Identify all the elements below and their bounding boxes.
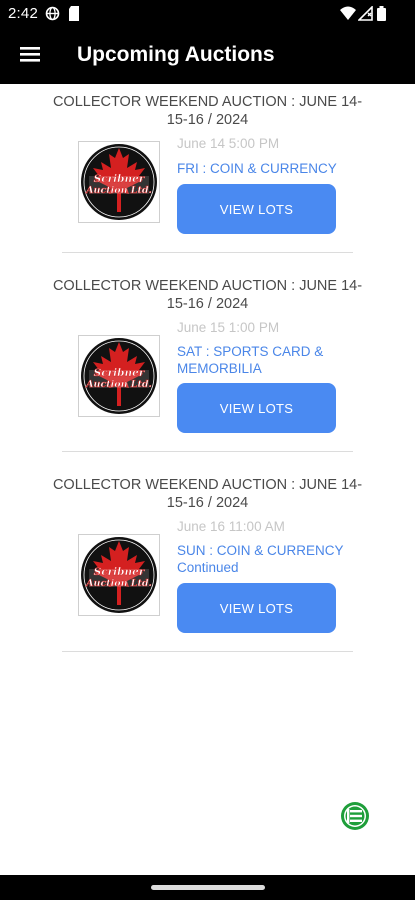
auction-description[interactable]: SAT : SPORTS CARD & MEMORBILIA <box>177 344 347 377</box>
home-gesture-handle[interactable] <box>151 885 265 890</box>
battery-icon <box>377 6 386 26</box>
view-lots-button[interactable]: VIEW LOTS <box>177 583 336 633</box>
auction-logo: Scribner Auction Ltd. <box>78 534 160 616</box>
auction-date: June 15 1:00 PM <box>177 320 280 335</box>
auction-date: June 16 11:00 AM <box>177 519 285 534</box>
auction-card: COLLECTOR WEEKEND AUCTION : JUNE 14-15-1… <box>53 452 362 652</box>
status-time: 2:42 <box>8 5 38 22</box>
sim-card-icon <box>68 6 80 26</box>
auction-title: COLLECTOR WEEKEND AUCTION : JUNE 14-15-1… <box>52 94 363 128</box>
system-navigation-bar <box>0 875 415 900</box>
auction-description[interactable]: SUN : COIN & CURRENCY Continued <box>177 543 347 576</box>
view-lots-button[interactable]: VIEW LOTS <box>177 383 336 433</box>
wifi-icon <box>340 6 356 26</box>
logo-text-line2: Auction Ltd. <box>85 185 152 196</box>
signal-icon <box>357 5 373 26</box>
vpn-globe-icon <box>45 6 60 26</box>
auction-card: COLLECTOR WEEKEND AUCTION : JUNE 14-15-1… <box>53 253 362 452</box>
status-bar: 2:42 <box>0 0 415 28</box>
auction-title: COLLECTOR WEEKEND AUCTION : JUNE 14-15-1… <box>52 278 363 312</box>
auction-logo: Scribner Auction Ltd. <box>78 335 160 417</box>
auction-card: COLLECTOR WEEKEND AUCTION : JUNE 14-15-1… <box>53 84 362 253</box>
page-title: Upcoming Auctions <box>77 43 275 66</box>
logo-text-line1: Scribner <box>94 367 146 379</box>
auction-title: COLLECTOR WEEKEND AUCTION : JUNE 14-15-1… <box>52 477 363 511</box>
auction-date: June 14 5:00 PM <box>177 136 280 151</box>
view-lots-button[interactable]: VIEW LOTS <box>177 184 336 234</box>
logo-text-line2: Auction Ltd. <box>85 379 152 390</box>
logo-text-line2: Auction Ltd. <box>85 578 152 589</box>
logo-text-line1: Scribner <box>94 173 146 185</box>
auction-description[interactable]: FRI : COIN & CURRENCY <box>177 161 347 178</box>
logo-text-line1: Scribner <box>94 566 146 578</box>
menu-button[interactable] <box>11 37 49 75</box>
floating-action-button[interactable] <box>340 801 370 831</box>
screen: 2:42 Upcoming Auctions COLLECTOR WEEKEND… <box>0 0 415 900</box>
auction-list: COLLECTOR WEEKEND AUCTION : JUNE 14-15-1… <box>53 84 362 652</box>
hamburger-menu-icon <box>20 46 40 67</box>
green-list-icon <box>340 802 370 835</box>
app-bar: Upcoming Auctions <box>0 28 415 84</box>
auction-logo: Scribner Auction Ltd. <box>78 141 160 223</box>
